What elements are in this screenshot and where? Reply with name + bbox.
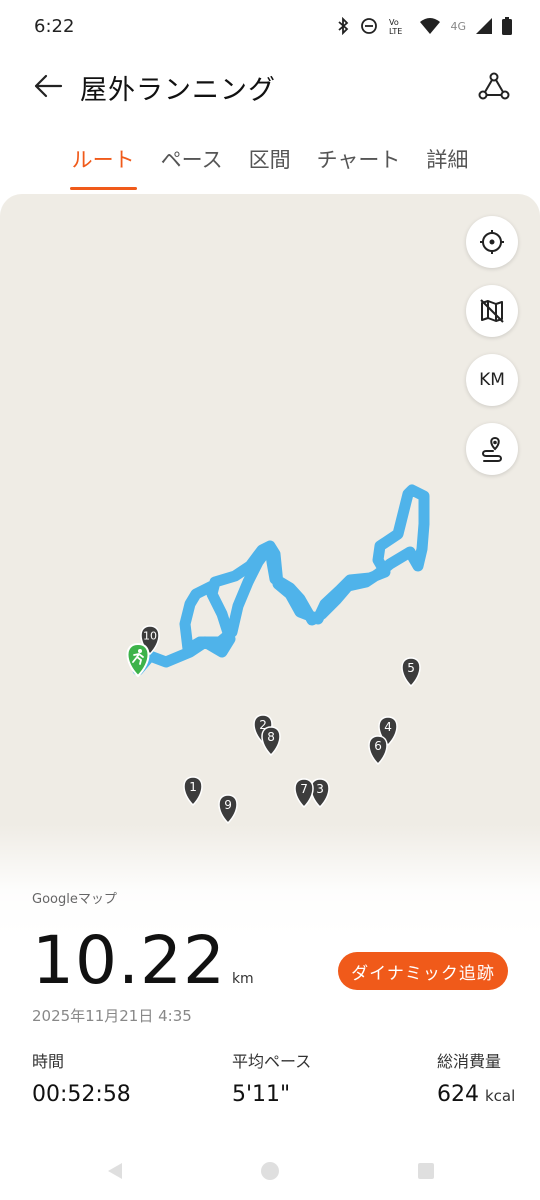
map-attribution: Googleマップ bbox=[32, 892, 117, 907]
do-not-disturb-icon bbox=[361, 18, 378, 34]
volte-icon: VoLTE bbox=[389, 18, 402, 35]
page-title: 屋外ランニング bbox=[80, 75, 276, 106]
back-button[interactable] bbox=[30, 68, 66, 104]
km-marker-3[interactable]: 3 bbox=[310, 778, 330, 809]
locate-button[interactable] bbox=[466, 216, 518, 268]
svg-text:7: 7 bbox=[300, 782, 308, 796]
crosshair-icon bbox=[480, 230, 504, 254]
map-layer-button[interactable] bbox=[466, 285, 518, 337]
distance-display: 10.22 km bbox=[32, 922, 254, 999]
stat-value: 00:52:58 bbox=[32, 1082, 131, 1107]
svg-text:LTE: LTE bbox=[389, 27, 402, 35]
km-marker-8[interactable]: 8 bbox=[261, 726, 281, 757]
stat-calories: 総消費量 624 kcal bbox=[437, 1048, 515, 1107]
svg-text:5: 5 bbox=[407, 661, 415, 675]
route-nodes-icon bbox=[478, 72, 510, 100]
map-icon bbox=[480, 299, 504, 323]
svg-text:3: 3 bbox=[316, 782, 324, 796]
tab-splits[interactable]: 区間 bbox=[247, 140, 293, 184]
tab-route[interactable]: ルート bbox=[69, 140, 137, 190]
km-toggle-button[interactable]: KM bbox=[466, 354, 518, 406]
status-icons: Vo LTE 4G bbox=[336, 17, 512, 35]
stat-avg-pace: 平均ペース 5'11" bbox=[232, 1048, 311, 1107]
battery-icon bbox=[502, 17, 512, 35]
bluetooth-icon bbox=[338, 17, 349, 35]
km-marker-5[interactable]: 5 bbox=[401, 657, 421, 688]
distance-unit: km bbox=[231, 971, 254, 987]
svg-text:6: 6 bbox=[374, 739, 382, 753]
app-bar: 屋外ランニング bbox=[0, 56, 540, 116]
svg-text:8: 8 bbox=[267, 730, 275, 744]
tab-pace[interactable]: ペース bbox=[159, 140, 225, 184]
route-pin-button[interactable] bbox=[466, 423, 518, 475]
nav-back-icon[interactable] bbox=[104, 1160, 126, 1182]
stat-label: 総消費量 bbox=[437, 1052, 502, 1071]
svg-text:1: 1 bbox=[189, 780, 197, 794]
stat-value: 624 bbox=[437, 1082, 479, 1107]
signal-icon bbox=[476, 18, 492, 34]
km-marker-7[interactable]: 7 bbox=[294, 778, 314, 809]
dynamic-tracking-button[interactable]: ダイナミック追跡 bbox=[338, 952, 508, 990]
stat-label: 時間 bbox=[32, 1052, 65, 1071]
location-route-icon bbox=[482, 436, 502, 462]
nav-recents-icon[interactable] bbox=[415, 1160, 437, 1182]
svg-text:4: 4 bbox=[384, 720, 392, 734]
distance-value: 10.22 bbox=[32, 922, 226, 999]
stat-unit: kcal bbox=[485, 1087, 516, 1105]
tab-details[interactable]: 詳細 bbox=[424, 140, 470, 184]
km-marker-9[interactable]: 9 bbox=[218, 794, 238, 825]
km-marker-1[interactable]: 1 bbox=[183, 776, 203, 807]
svg-text:Vo: Vo bbox=[389, 18, 399, 27]
nav-home-icon[interactable] bbox=[259, 1160, 281, 1182]
status-time: 6:22 bbox=[34, 15, 75, 37]
stat-value-row: 00:52:58 bbox=[32, 1082, 131, 1107]
arrow-left-icon bbox=[34, 74, 63, 98]
network-type: 4G bbox=[450, 19, 466, 33]
stat-value-row: 624 kcal bbox=[437, 1082, 515, 1107]
svg-text:9: 9 bbox=[224, 798, 232, 812]
stat-duration: 時間 00:52:58 bbox=[32, 1048, 131, 1107]
km-marker-6[interactable]: 6 bbox=[368, 735, 388, 766]
stat-value-row: 5'11" bbox=[232, 1082, 311, 1107]
wifi-icon bbox=[420, 18, 441, 34]
route-overlay: 10 1 9 2 8 3 7 4 6 5 bbox=[126, 484, 430, 825]
stat-label: 平均ペース bbox=[232, 1052, 312, 1071]
route-button[interactable] bbox=[476, 68, 512, 104]
workout-date: 2025年11月21日 4:35 bbox=[32, 1007, 192, 1025]
svg-text:10: 10 bbox=[143, 630, 157, 643]
start-marker[interactable] bbox=[126, 642, 150, 678]
status-bar: 6:22 Vo LTE 4G bbox=[0, 0, 540, 52]
tab-chart[interactable]: チャート bbox=[315, 140, 403, 184]
stat-value: 5'11" bbox=[232, 1082, 291, 1107]
route-path bbox=[132, 484, 430, 676]
tab-bar: ルート ペース 区間 チャート 詳細 bbox=[0, 140, 540, 190]
